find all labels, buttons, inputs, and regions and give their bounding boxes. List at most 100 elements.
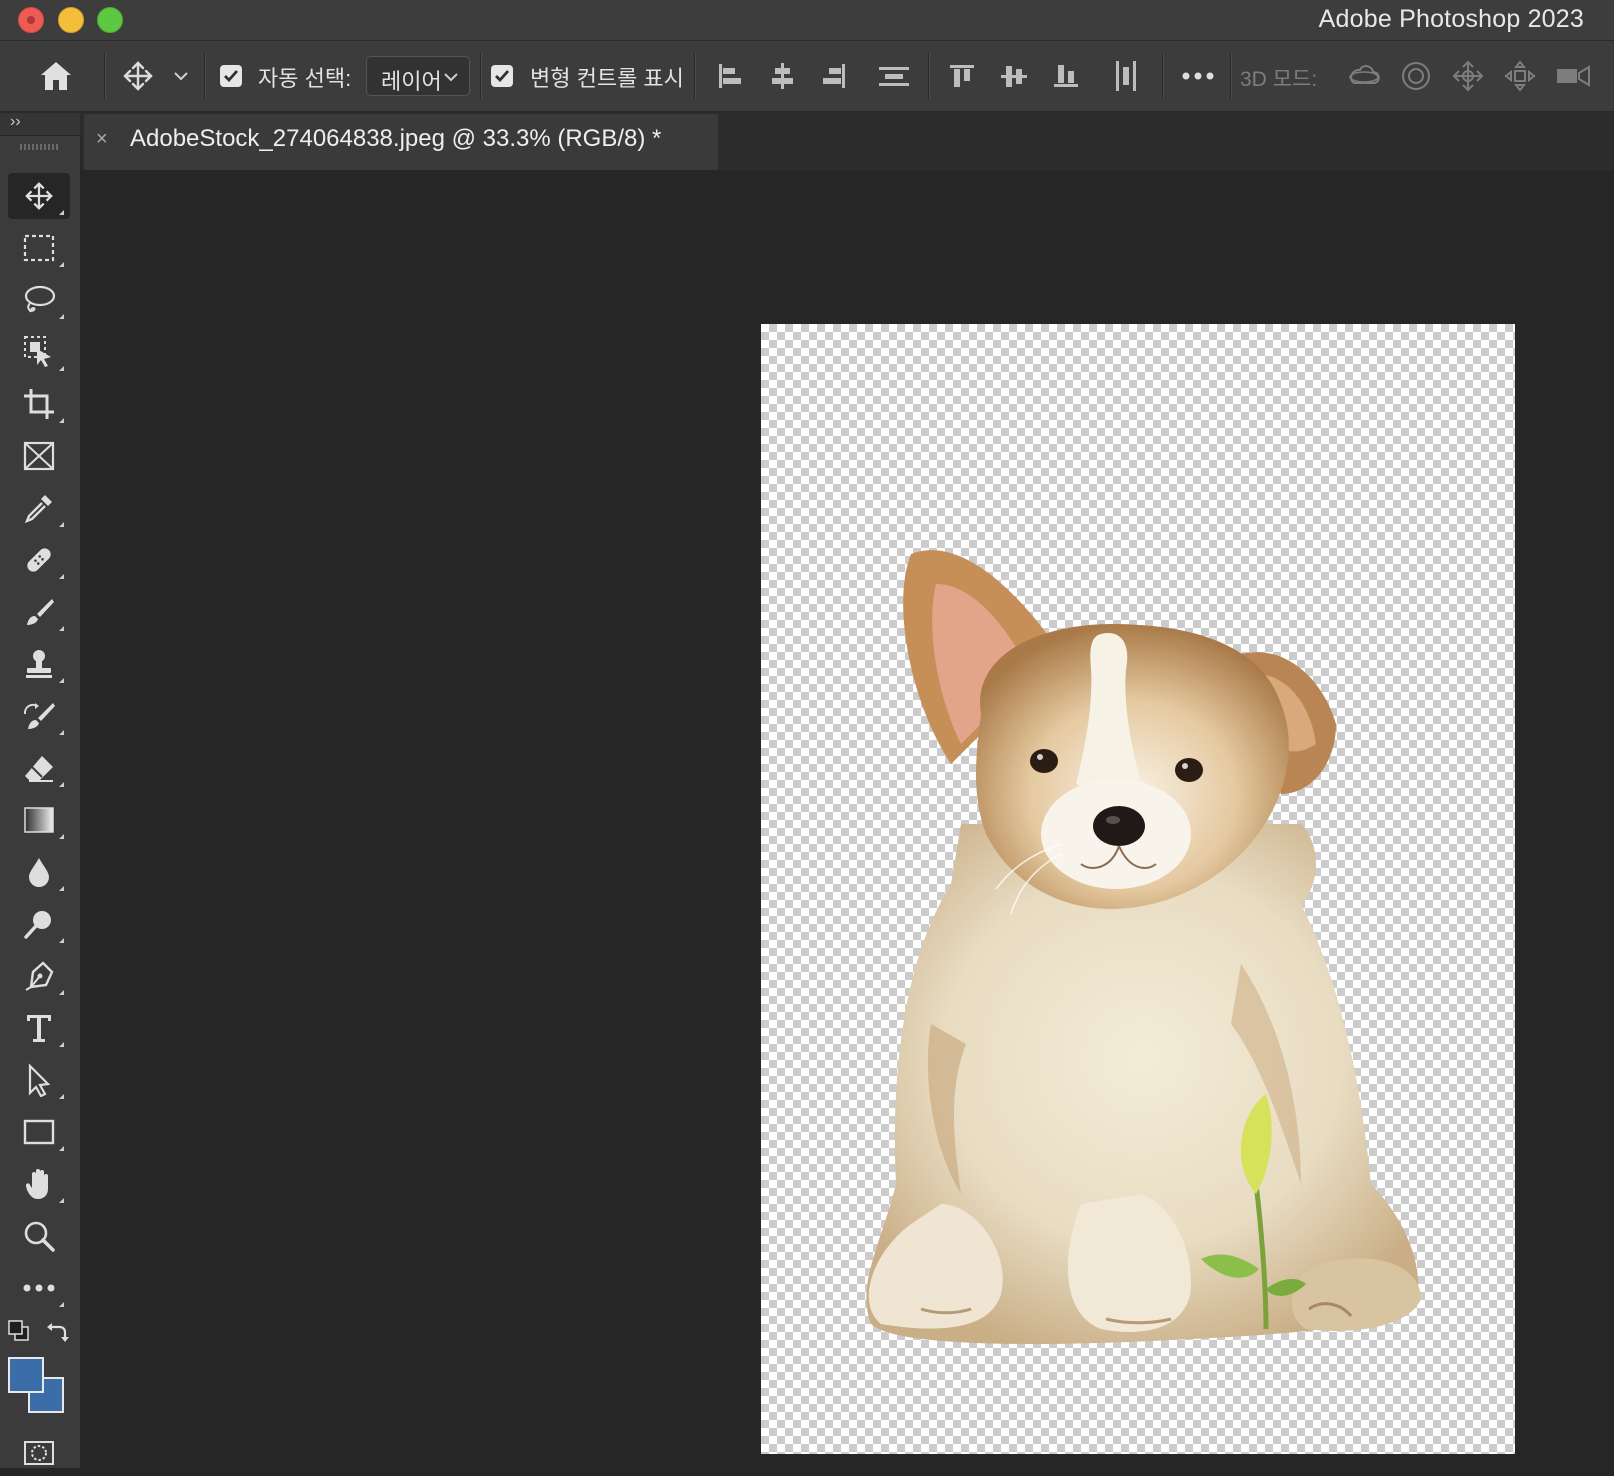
- toolbar-collapse-toggle[interactable]: ››: [0, 113, 80, 136]
- frame-tool[interactable]: [8, 433, 70, 479]
- brush-icon: [27, 599, 54, 625]
- show-transform-controls-checkbox[interactable]: [491, 65, 513, 87]
- document-canvas[interactable]: [761, 324, 1515, 1454]
- default-colors-button[interactable]: [4, 1316, 34, 1346]
- zoom-tool[interactable]: [8, 1213, 70, 1259]
- object-selection-tool[interactable]: [8, 329, 70, 375]
- tool-preset-picker[interactable]: [116, 41, 160, 111]
- history-brush-tool[interactable]: [8, 693, 70, 739]
- distribute-vertical-icon: [879, 67, 909, 86]
- type-icon: [27, 1015, 51, 1042]
- path-selection-icon: [28, 1063, 51, 1097]
- brush-tool[interactable]: [8, 589, 70, 635]
- options-bar: 자동 선택: 레이어 변형 컨트롤 표시 3D 모드:: [0, 41, 1614, 113]
- spot-healing-tool[interactable]: [8, 537, 70, 583]
- pan-3d-icon: [1452, 60, 1484, 92]
- auto-select-target-dropdown[interactable]: 레이어: [366, 56, 470, 96]
- move-tool[interactable]: [8, 173, 70, 219]
- home-icon: [41, 62, 71, 90]
- collapse-chevrons-icon: ››: [10, 113, 21, 130]
- eraser-tool[interactable]: [8, 745, 70, 791]
- orbit-3d-button[interactable]: [1344, 41, 1384, 111]
- app-title: Adobe Photoshop 2023: [1318, 5, 1584, 33]
- distribute-horizontal-icon: [1116, 61, 1136, 91]
- gradient-icon: [24, 807, 54, 833]
- align-vertical-centers-button[interactable]: [996, 41, 1032, 111]
- eraser-icon: [25, 756, 53, 782]
- corgi-puppy-image: [866, 550, 1421, 1344]
- show-transform-controls-label: 변형 컨트롤 표시: [530, 66, 684, 91]
- move-icon: [123, 61, 153, 91]
- checkmark-icon: [495, 70, 510, 83]
- path-selection-tool[interactable]: [8, 1057, 70, 1103]
- edit-toolbar-icon: [23, 1284, 55, 1292]
- quick-mask-button[interactable]: [8, 1430, 70, 1476]
- align-vertical-centers-icon: [1001, 66, 1027, 87]
- object-selection-icon: [24, 336, 51, 367]
- swap-colors-button[interactable]: [42, 1316, 72, 1346]
- align-top-edges-button[interactable]: [944, 41, 980, 111]
- chevron-down-icon: [174, 72, 188, 81]
- minimize-window-button[interactable]: [58, 7, 84, 33]
- pen-icon: [25, 961, 54, 991]
- auto-select-checkbox[interactable]: [220, 65, 242, 87]
- title-bar: Adobe Photoshop 2023: [0, 0, 1614, 41]
- default-colors-icon: [8, 1320, 29, 1341]
- scale-3d-icon: [1557, 65, 1590, 87]
- gradient-tool[interactable]: [8, 797, 70, 843]
- distribute-vertical-button[interactable]: [874, 41, 914, 111]
- align-left-edges-button[interactable]: [712, 41, 748, 111]
- auto-select-target-value: 레이어: [381, 69, 442, 94]
- pan-3d-button[interactable]: [1448, 41, 1488, 111]
- pen-tool[interactable]: [8, 953, 70, 999]
- toolbar-grip[interactable]: [20, 144, 60, 150]
- align-horizontal-centers-icon: [772, 63, 793, 89]
- document-tab[interactable]: × AdobeStock_274064838.jpeg @ 33.3% (RGB…: [84, 114, 718, 170]
- tools-panel: [0, 136, 82, 1468]
- blur-tool[interactable]: [8, 849, 70, 895]
- lasso-tool[interactable]: [8, 277, 70, 323]
- align-left-edges-icon: [719, 64, 741, 88]
- rectangle-icon: [23, 1119, 55, 1145]
- tool-preset-dropdown[interactable]: [168, 41, 194, 111]
- document-tab-title: AdobeStock_274064838.jpeg @ 33.3% (RGB/8…: [130, 125, 662, 152]
- foreground-color-swatch[interactable]: [8, 1357, 44, 1393]
- crop-tool[interactable]: [8, 381, 70, 427]
- align-right-edges-icon: [823, 64, 845, 88]
- dodge-tool[interactable]: [8, 901, 70, 947]
- blur-icon: [29, 858, 49, 887]
- lasso-icon: [24, 285, 56, 313]
- type-tool[interactable]: [8, 1005, 70, 1051]
- marquee-tool[interactable]: [8, 225, 70, 271]
- mode-3d-label: 3D 모드:: [1240, 68, 1318, 91]
- align-horizontal-centers-button[interactable]: [764, 41, 800, 111]
- distribute-horizontal-button[interactable]: [1108, 41, 1144, 111]
- clone-stamp-icon: [26, 650, 52, 678]
- edit-toolbar-button[interactable]: [8, 1265, 70, 1311]
- slide-3d-button[interactable]: [1500, 41, 1540, 111]
- close-window-button[interactable]: [18, 7, 44, 33]
- rectangle-tool[interactable]: [8, 1109, 70, 1155]
- orbit-3d-icon: [1349, 65, 1380, 84]
- zoom-icon: [24, 1221, 55, 1252]
- align-bottom-edges-icon: [1054, 65, 1078, 87]
- close-document-icon[interactable]: ×: [96, 128, 108, 151]
- slide-3d-icon: [1504, 60, 1536, 92]
- hand-tool[interactable]: [8, 1161, 70, 1207]
- swap-colors-icon: [47, 1323, 69, 1342]
- dodge-icon: [24, 911, 51, 939]
- auto-select-label: 자동 선택:: [258, 66, 352, 91]
- align-bottom-edges-button[interactable]: [1048, 41, 1084, 111]
- quick-mask-icon: [24, 1441, 54, 1465]
- scale-3d-button[interactable]: [1552, 41, 1596, 111]
- roll-3d-button[interactable]: [1396, 41, 1436, 111]
- align-right-edges-button[interactable]: [816, 41, 852, 111]
- home-button[interactable]: [32, 41, 80, 111]
- eyedropper-tool[interactable]: [8, 485, 70, 531]
- more-options-button[interactable]: [1176, 41, 1220, 111]
- move-tool-icon: [25, 182, 53, 210]
- checkmark-icon: [224, 70, 239, 83]
- history-brush-icon: [23, 703, 55, 729]
- zoom-window-button[interactable]: [97, 7, 123, 33]
- clone-stamp-tool[interactable]: [8, 641, 70, 687]
